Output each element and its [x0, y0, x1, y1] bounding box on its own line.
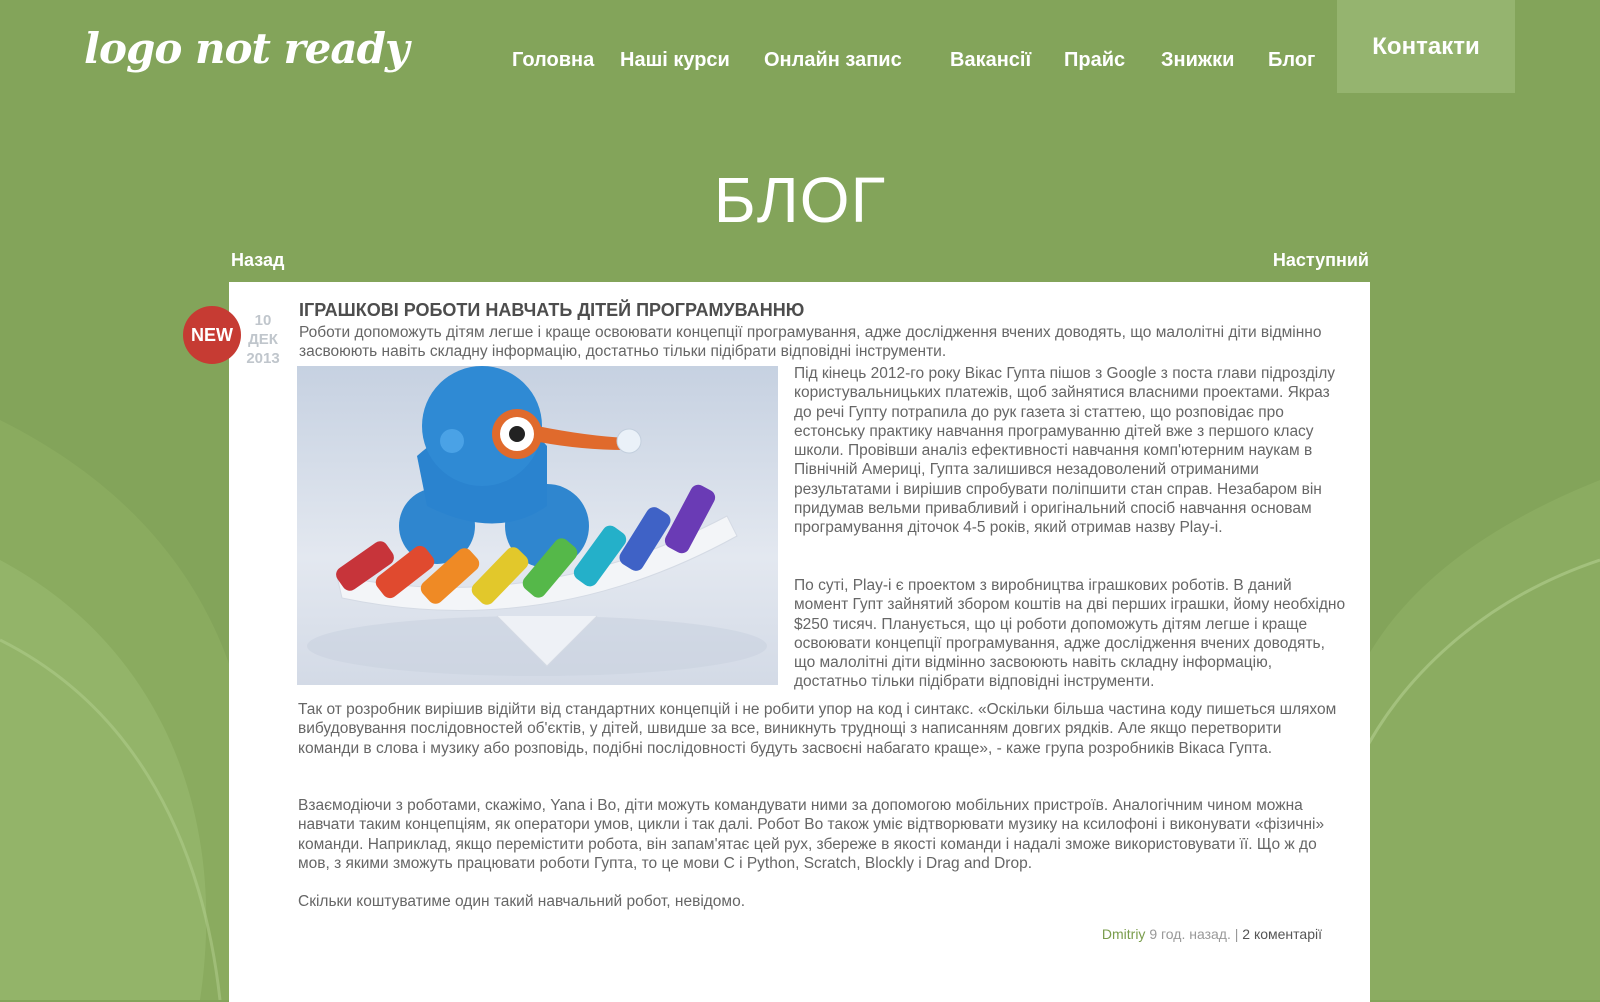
post-meta: Dmitriy 9 год. назад. | 2 коментарії: [1102, 926, 1322, 942]
nav-online-signup[interactable]: Онлайн запис: [764, 49, 902, 72]
site-logo[interactable]: logo not ready: [84, 24, 409, 73]
nav-contacts-button[interactable]: Контакти: [1337, 0, 1515, 93]
post-paragraph-4: Взаємодіючи з роботами, скажімо, Yana і …: [298, 797, 1325, 872]
post-author-link[interactable]: Dmitriy: [1102, 926, 1146, 942]
post-paragraph-1: Під кінець 2012-го року Вікас Гупта пішо…: [794, 365, 1336, 537]
nav-discounts[interactable]: Знижки: [1161, 49, 1234, 72]
post-paragraph-3: Так от розробник вирішив відійти від ста…: [298, 701, 1337, 757]
prev-post-link[interactable]: Назад: [231, 250, 284, 271]
nav-courses[interactable]: Наші курси: [620, 49, 730, 72]
page-title: БЛОГ: [713, 164, 887, 236]
post-paragraph-2: По суті, Play-i є проектом з виробництва…: [794, 577, 1346, 691]
meta-separator: |: [1234, 926, 1239, 942]
post-paragraph-5: Скільки коштуватиме один такий навчальни…: [298, 893, 746, 910]
post-date-day: 10: [254, 312, 272, 329]
post-date: 10 ДЕК 2013: [241, 311, 285, 368]
nav-vacancies[interactable]: Вакансії: [950, 49, 1031, 72]
new-badge: NEW: [183, 306, 241, 364]
site-header: logo not ready Головна Наші курси Онлайн…: [0, 0, 1600, 95]
post-image-robot-xylophone: [297, 366, 778, 685]
nav-blog[interactable]: Блог: [1268, 49, 1315, 72]
post-comments-link[interactable]: 2 коментарії: [1242, 926, 1322, 942]
post-time-ago: 9 год. назад.: [1149, 926, 1231, 942]
nav-home[interactable]: Головна: [512, 49, 594, 72]
post-title[interactable]: ІГРАШКОВІ РОБОТИ НАВЧАТЬ ДІТЕЙ ПРОГРАМУВ…: [299, 300, 804, 321]
nav-price[interactable]: Прайс: [1064, 49, 1125, 72]
post-date-month: ДЕК: [248, 331, 278, 348]
post-lead: Роботи допоможуть дітям легше і краще ос…: [299, 324, 1322, 361]
next-post-link[interactable]: Наступний: [1273, 250, 1369, 271]
post-date-year: 2013: [246, 350, 280, 367]
